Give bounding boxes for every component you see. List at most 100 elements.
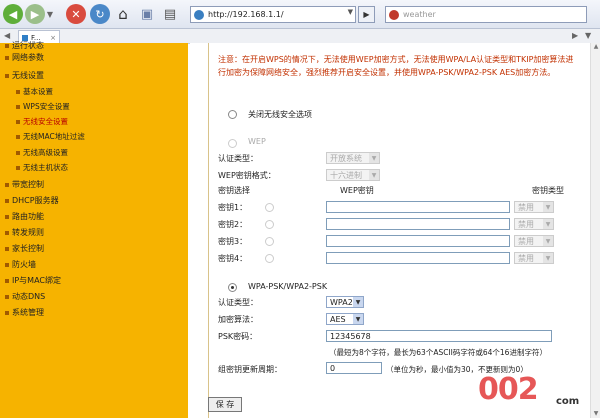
wep-key-type-select[interactable]: 禁用 ▼ — [514, 235, 554, 247]
chevron-down-icon[interactable]: ▼ — [348, 8, 353, 16]
stop-button[interactable]: ✕ — [66, 4, 86, 24]
watermark-suffix: com — [556, 396, 580, 407]
address-text: http://192.168.1.1/ — [208, 10, 284, 19]
home-button[interactable]: ⌂ — [113, 4, 133, 24]
chevron-up-icon[interactable]: ▲ — [591, 43, 600, 51]
play-icon: ▶ — [363, 10, 370, 19]
sidebar-item[interactable]: 运行状态 — [5, 40, 44, 51]
arrow-left-icon: ◀ — [8, 7, 18, 21]
wep-key-radio[interactable] — [265, 237, 274, 246]
search-input[interactable]: weather — [385, 6, 587, 23]
sidebar-item-label: 无线高级设置 — [23, 148, 68, 157]
wep-key-type-value: 禁用 — [518, 202, 534, 212]
sidebar-item[interactable]: DHCP服务器 — [5, 195, 59, 206]
refresh-icon: ↻ — [95, 7, 105, 21]
wep-key-input[interactable] — [326, 218, 510, 230]
save-button[interactable]: 保 存 — [208, 397, 242, 412]
sidebar-item[interactable]: 带宽控制 — [5, 179, 44, 190]
chevron-down-icon[interactable]: ▼ — [585, 31, 591, 40]
bullet-icon — [5, 278, 9, 283]
print-button[interactable]: ▤ — [160, 4, 180, 24]
chevron-down-icon: ▼ — [353, 297, 363, 307]
sidebar-item-label: 无线MAC地址过滤 — [23, 132, 85, 141]
sidebar-item[interactable]: 路由功能 — [5, 211, 44, 222]
sidebar-item[interactable]: 网络参数 — [5, 52, 44, 63]
chevron-right-icon[interactable]: ▶ — [572, 31, 578, 40]
bullet-icon — [5, 310, 9, 315]
wpa-auth-select[interactable]: WPA2 ▼ — [326, 296, 364, 308]
wep-auth-label: 认证类型： — [218, 154, 258, 163]
sidebar-item-label: 转发规则 — [12, 228, 44, 237]
sidebar-item[interactable]: 基本设置 — [16, 86, 53, 97]
wep-format-select[interactable]: 十六进制 ▼ — [326, 169, 380, 181]
history-dropdown[interactable]: ▼ — [45, 8, 55, 20]
wpa-algo-select[interactable]: AES ▼ — [326, 313, 364, 325]
sidebar-item[interactable]: 无线安全设置 — [16, 116, 68, 127]
refresh-button[interactable]: ↻ — [90, 4, 110, 24]
address-bar[interactable]: http://192.168.1.1/ ▼ — [190, 6, 356, 23]
arrow-right-icon: ▶ — [30, 7, 40, 21]
psk-input[interactable]: 12345678 — [326, 330, 552, 342]
sidebar-item[interactable]: 无线主机状态 — [16, 162, 68, 173]
sidebar-item[interactable]: 动态DNS — [5, 291, 45, 302]
chevron-down-icon: ▼ — [369, 170, 379, 180]
wep-auth-select[interactable]: 开放系统 ▼ — [326, 152, 380, 164]
chevron-down-icon: ▼ — [543, 202, 553, 212]
sidebar-item-label: 基本设置 — [23, 87, 53, 96]
wep-key-input[interactable] — [326, 201, 510, 213]
bullet-icon — [5, 294, 9, 299]
period-value: 0 — [330, 363, 336, 373]
sidebar-item[interactable]: 防火墙 — [5, 259, 36, 270]
chevron-left-icon[interactable]: ◀ — [4, 31, 10, 40]
wep-key-type-select[interactable]: 禁用 ▼ — [514, 201, 554, 213]
sidebar-item[interactable]: 转发规则 — [5, 227, 44, 238]
print-icon: ▤ — [163, 6, 177, 22]
bookmarks-button[interactable]: ▣ — [137, 4, 157, 24]
radio-wpa-psk[interactable] — [228, 283, 237, 292]
bullet-icon — [5, 246, 9, 251]
bullet-icon — [5, 198, 9, 203]
period-input[interactable]: 0 — [326, 362, 382, 374]
radio-wep[interactable] — [228, 139, 237, 148]
sidebar-item[interactable]: 无线高级设置 — [16, 147, 68, 158]
back-button[interactable]: ◀ — [3, 4, 23, 24]
main-content — [190, 43, 600, 418]
bullet-icon — [16, 119, 20, 124]
chevron-down-icon[interactable]: ▼ — [591, 410, 600, 418]
wep-auth-value: 开放系统 — [330, 153, 362, 163]
sidebar-item-label: 运行状态 — [12, 41, 44, 50]
bullet-icon — [16, 134, 20, 139]
sidebar-item[interactable]: IP与MAC绑定 — [5, 275, 61, 286]
sidebar-item[interactable]: 无线MAC地址过滤 — [16, 131, 85, 142]
close-icon[interactable]: × — [50, 34, 56, 42]
site-watermark: 002 — [478, 372, 539, 407]
sidebar-item[interactable]: WPS安全设置 — [16, 101, 70, 112]
radio-disable-security[interactable] — [228, 110, 237, 119]
col-wep-key: WEP密钥 — [340, 186, 374, 195]
sidebar-item-label: 路由功能 — [12, 212, 44, 221]
wep-key-input[interactable] — [326, 252, 510, 264]
wep-key-radio[interactable] — [265, 220, 274, 229]
wep-key-type-select[interactable]: 禁用 ▼ — [514, 252, 554, 264]
wep-key-radio[interactable] — [265, 254, 274, 263]
bullet-icon — [5, 230, 9, 235]
sidebar-item-label: 网络参数 — [12, 53, 44, 62]
sidebar-item-label: 系统管理 — [12, 308, 44, 317]
wpa-auth-label: 认证类型： — [218, 298, 258, 307]
sidebar-item-label: 无线主机状态 — [23, 163, 68, 172]
search-placeholder: weather — [403, 10, 436, 19]
sidebar-item[interactable]: 家长控制 — [5, 243, 44, 254]
sidebar-item-label: IP与MAC绑定 — [12, 276, 62, 285]
wep-key-type-select[interactable]: 禁用 ▼ — [514, 218, 554, 230]
sidebar-item[interactable]: 无线设置 — [5, 70, 44, 81]
forward-button[interactable]: ▶ — [25, 4, 45, 24]
sidebar-item[interactable]: 系统管理 — [5, 307, 44, 318]
go-button[interactable]: ▶ — [358, 6, 375, 23]
scrollbar[interactable]: ▲ ▼ — [590, 43, 600, 418]
wep-key-radio[interactable] — [265, 203, 274, 212]
disable-security-label: 关闭无线安全选项 — [248, 110, 312, 119]
wep-key-input[interactable] — [326, 235, 510, 247]
wep-format-value: 十六进制 — [330, 170, 362, 180]
wep-title: WEP — [248, 137, 266, 146]
sidebar-item-label: 带宽控制 — [12, 180, 44, 189]
